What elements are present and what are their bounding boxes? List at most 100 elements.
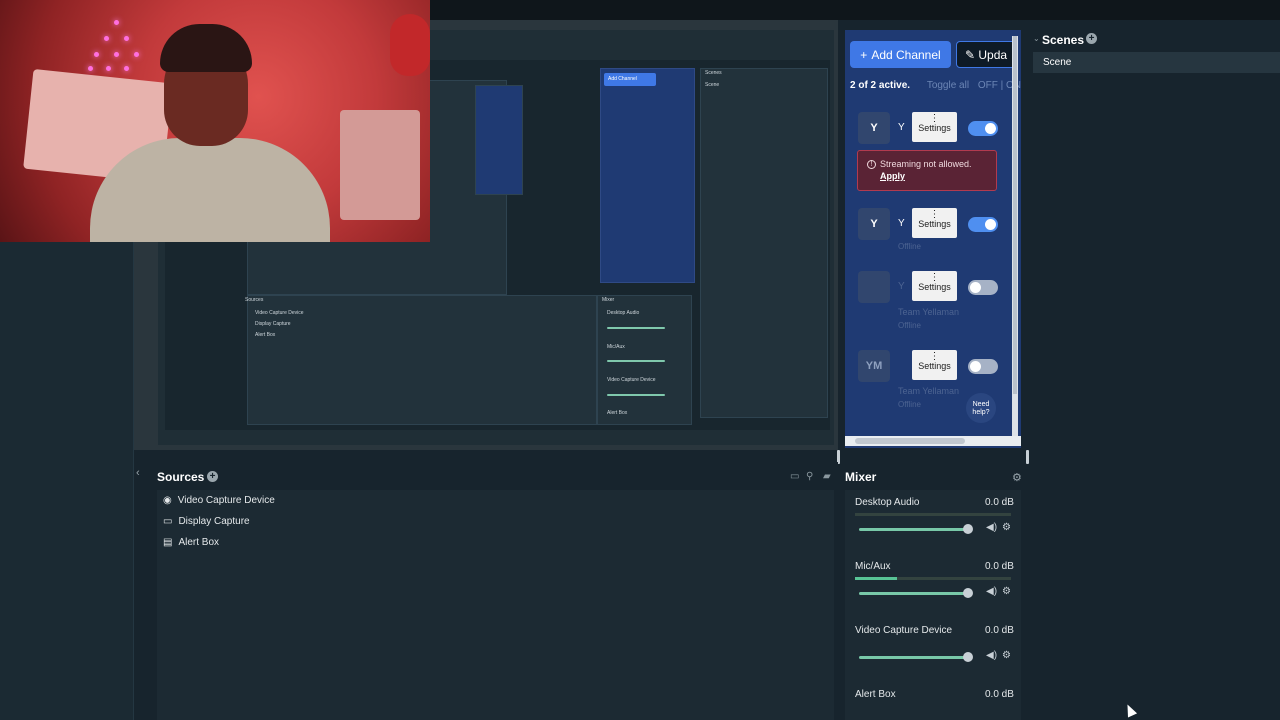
speaker-icon[interactable]: ◀) — [986, 522, 997, 533]
scenes-title: Scenes — [1042, 33, 1085, 47]
mixer-item-label: Alert Box — [855, 689, 896, 700]
update-button[interactable]: ✎ Upda — [956, 41, 1018, 68]
channel-settings-button[interactable]: ⋮ Settings — [912, 112, 957, 142]
mini-sources-label: Sources — [245, 297, 264, 303]
volume-slider[interactable] — [859, 528, 969, 531]
resize-handle[interactable] — [1026, 450, 1029, 464]
mini-mixer-slider-1 — [607, 327, 665, 329]
toggle-all-label[interactable]: Toggle all — [927, 80, 969, 91]
source-properties-icon[interactable]: ⚲ — [806, 471, 813, 482]
volume-slider-knob[interactable] — [963, 588, 973, 598]
source-item[interactable]: ▤ Alert Box — [163, 537, 219, 548]
speaker-icon[interactable]: ◀) — [986, 586, 997, 597]
channel-toggle[interactable] — [968, 359, 998, 374]
camera-icon: ◉ — [163, 495, 172, 506]
volume-slider[interactable] — [859, 656, 969, 659]
channel-settings-label: Settings — [918, 361, 951, 371]
mini-mixer-1: Desktop Audio — [607, 310, 640, 316]
webcam-light — [114, 52, 119, 57]
webcam-light — [104, 36, 109, 41]
update-label: Upda — [978, 48, 1008, 62]
source-label: Video Capture Device — [177, 495, 275, 506]
active-status-line: 2 of 2 active. Toggle all OFF | ON — [850, 80, 1021, 91]
gear-icon[interactable]: ⚙ — [1002, 522, 1011, 533]
mini-mixer-slider-2 — [607, 360, 665, 362]
chevron-down-icon[interactable]: ⌄ — [1033, 34, 1040, 43]
channel-panel-scroll-thumb[interactable] — [1013, 36, 1017, 394]
add-channel-label: Add Channel — [871, 47, 941, 62]
mouse-cursor — [1122, 702, 1138, 718]
mini-mixer-label: Mixer — [602, 297, 615, 303]
volume-slider-knob[interactable] — [963, 652, 973, 662]
mixer-item-label: Mic/Aux — [855, 561, 891, 572]
webcam-light — [88, 66, 93, 71]
channel-avatar-image — [858, 271, 890, 303]
volume-meter-fill — [855, 577, 898, 580]
scenes-panel — [1030, 30, 1280, 450]
webcam-light — [106, 66, 111, 71]
source-item[interactable]: ◉ Video Capture Device — [163, 495, 275, 506]
mixer-item-db: 0.0 dB — [985, 561, 1014, 572]
channel-settings-button[interactable]: ⋮ Settings — [912, 350, 957, 380]
mini-channel-list — [600, 68, 695, 283]
webcam-lamp — [390, 14, 430, 76]
scene-item[interactable]: Scene — [1033, 52, 1280, 73]
mini-channel-panel — [475, 85, 523, 195]
plus-icon: + — [860, 47, 868, 62]
volume-slider[interactable] — [859, 592, 969, 595]
chevron-left-icon[interactable]: ‹ — [136, 467, 140, 479]
channel-settings-label: Settings — [918, 282, 951, 292]
channel-status: Offline — [898, 400, 921, 409]
channel-status: Offline — [898, 321, 921, 330]
channel-toggle[interactable] — [968, 280, 998, 295]
mini-scene-item: Scene — [705, 82, 720, 88]
gear-icon[interactable]: ⚙ — [1002, 586, 1011, 597]
source-group-icon[interactable]: ▭ — [790, 471, 799, 482]
need-help-button[interactable]: Need help? — [966, 393, 996, 423]
more-vertical-icon: ⋮ — [929, 272, 940, 283]
add-source-icon[interactable]: + — [207, 471, 218, 482]
channel-name: Y — [898, 218, 905, 229]
add-channel-button[interactable]: + Add Channel — [850, 41, 951, 68]
warning-box: ! Streaming not allowed. Apply — [857, 150, 997, 191]
more-vertical-icon: ⋮ — [929, 351, 940, 362]
gear-icon[interactable]: ⚙ — [1002, 650, 1011, 661]
webcam-person-hat — [160, 24, 252, 72]
mini-mixer-3: Video Capture Device — [607, 377, 656, 383]
mini-source-1: Video Capture Device — [255, 310, 304, 316]
folder-icon[interactable]: ▰ — [823, 471, 831, 482]
channel-settings-button[interactable]: ⋮ Settings — [912, 208, 957, 238]
speaker-icon[interactable]: ◀) — [986, 650, 997, 661]
apply-link[interactable]: Apply — [880, 171, 905, 181]
channel-name: Y — [898, 281, 905, 292]
channel-settings-button[interactable]: ⋮ Settings — [912, 271, 957, 301]
webcam-light — [134, 52, 139, 57]
channel-row: Y Y ⋮ Settings Offline — [858, 208, 998, 251]
channel-panel-hscroll-thumb[interactable] — [855, 438, 965, 444]
mini-mixer-4: Alert Box — [607, 410, 628, 416]
warning-text: Streaming not allowed. — [880, 159, 972, 169]
channel-settings-label: Settings — [918, 219, 951, 229]
warning-icon: ! — [867, 160, 876, 169]
webcam-overlay — [0, 0, 430, 242]
volume-meter — [855, 513, 1011, 516]
channel-toggle[interactable] — [968, 217, 998, 232]
add-scene-icon[interactable]: + — [1086, 33, 1097, 44]
sources-title: Sources — [157, 470, 205, 484]
mini-mixer-slider-3 — [607, 394, 665, 396]
channel-status: Offline — [898, 242, 921, 251]
source-item[interactable]: ▭ Display Capture — [163, 516, 250, 527]
mini-scenes-label: Scenes — [705, 70, 722, 76]
mixer-item-db: 0.0 dB — [985, 689, 1014, 700]
mini-source-3: Alert Box — [255, 332, 276, 338]
volume-slider-knob[interactable] — [963, 524, 973, 534]
active-count: 2 of 2 active. — [850, 80, 911, 91]
gear-icon[interactable]: ⚙ — [1012, 471, 1022, 484]
webcam-light — [94, 52, 99, 57]
more-vertical-icon: ⋮ — [929, 209, 940, 220]
channel-toggle[interactable] — [968, 121, 998, 136]
channel-settings-label: Settings — [918, 123, 951, 133]
webcam-light — [124, 36, 129, 41]
source-label: Display Capture — [178, 516, 250, 527]
webcam-light — [114, 20, 119, 25]
